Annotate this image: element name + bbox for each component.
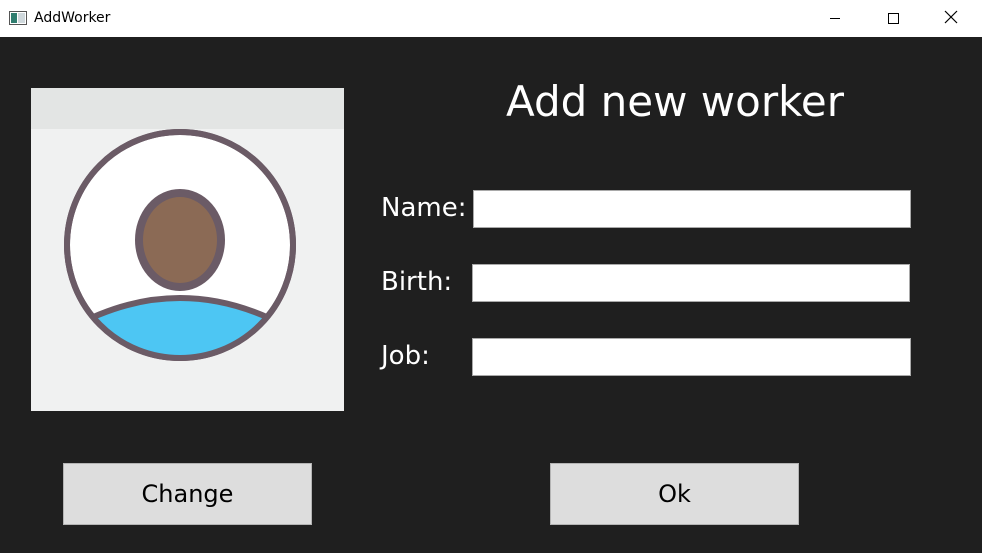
app-window-icon — [9, 10, 27, 25]
close-button[interactable] — [922, 0, 980, 37]
birth-field[interactable] — [472, 264, 910, 302]
change-button-label: Change — [141, 480, 234, 508]
add-worker-window: AddWorker Add new worker Name: Birth: Jo… — [0, 0, 982, 553]
page-title: Add new worker — [505, 77, 845, 126]
title-bar: AddWorker — [0, 0, 982, 37]
birth-label: Birth: — [381, 267, 453, 297]
job-label: Job: — [381, 341, 430, 371]
ok-button[interactable]: Ok — [550, 463, 799, 525]
minimize-button[interactable] — [806, 0, 864, 37]
avatar-image — [31, 88, 344, 411]
job-field[interactable] — [472, 338, 911, 376]
window-title: AddWorker — [34, 10, 111, 26]
client-area: Add new worker Name: Birth: Job: Change … — [0, 37, 982, 553]
ok-button-label: Ok — [658, 480, 691, 508]
change-button[interactable]: Change — [63, 463, 312, 525]
name-field[interactable] — [473, 190, 911, 228]
user-avatar-icon — [64, 129, 296, 361]
maximize-button[interactable] — [864, 0, 922, 37]
close-icon — [944, 9, 958, 28]
minimize-icon — [829, 9, 841, 28]
name-label: Name: — [381, 193, 467, 223]
maximize-icon — [887, 9, 899, 28]
